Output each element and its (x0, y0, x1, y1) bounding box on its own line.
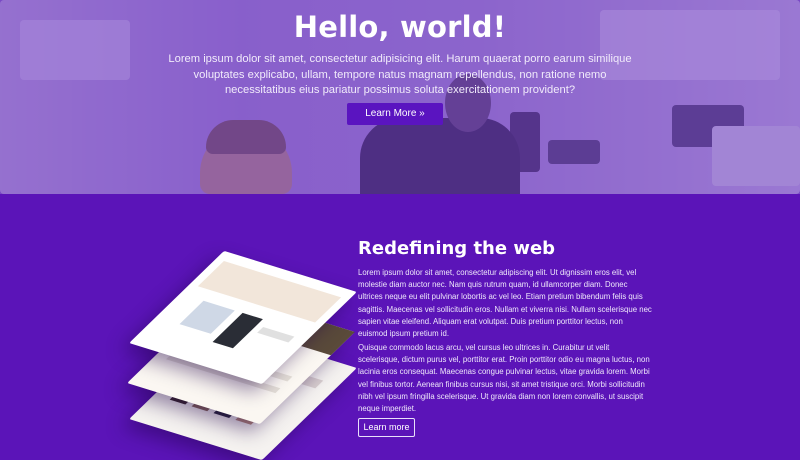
website-mockup-stack-image (127, 250, 357, 460)
feature-paragraph-2: Quisque commodo lacus arcu, vel cursus l… (358, 343, 650, 414)
hero-section: Hello, world! Lorem ipsum dolor sit amet… (0, 0, 800, 194)
hero-title: Hello, world! (293, 10, 507, 44)
feature-title: Redefining the web (358, 238, 556, 259)
hero-lead-text: Lorem ipsum dolor sit amet, consectetur … (168, 53, 632, 96)
feature-learn-more-button[interactable]: Learn more (358, 418, 415, 437)
feature-paragraph-1: Lorem ipsum dolor sit amet, consectetur … (358, 268, 652, 339)
learn-more-button[interactable]: Learn More » (347, 103, 443, 125)
